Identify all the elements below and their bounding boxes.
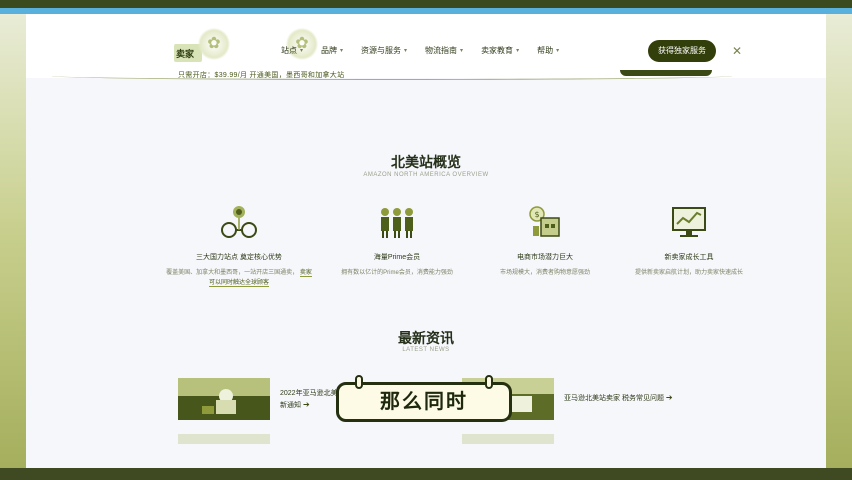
logo-text: 卖家: [176, 49, 195, 59]
feature-desc: 市场规模大，消费者购物意愿强劲: [499, 270, 590, 276]
arrow-right-icon: ➔: [302, 400, 310, 409]
feature-desc: 拥有数以亿计的Prime会员，消费能力强劲: [341, 270, 453, 276]
video-frame-right: [826, 14, 852, 480]
video-frame-left: [0, 14, 26, 480]
news-title: 最新资讯: [398, 330, 454, 346]
globe-network-icon: [221, 206, 257, 238]
site-header: 卖家 ✿ ✿ 站点 ▾ 品牌 ▾ 资源与服务 ▾ 物流指南 ▾ 卖家教育 ▾ 帮助 ▾ 获得…: [26, 14, 826, 78]
subtitle-text: 那么同时: [380, 391, 468, 413]
news-thumbnail[interactable]: [178, 378, 270, 420]
news-item-title[interactable]: 亚马逊北美站卖家 税务常见问题 ➔: [564, 392, 744, 404]
main-nav: 站点 ▾ 品牌 ▾ 资源与服务 ▾ 物流指南 ▾ 卖家教育 ▾ 帮助 ▾: [281, 45, 559, 56]
chevron-down-icon: ▾: [460, 48, 464, 54]
shop-money-icon: $: [529, 206, 560, 237]
nav-item-logistics[interactable]: 物流指南 ▾: [425, 45, 463, 56]
flower-icon: ✿: [198, 28, 230, 60]
feature-title: 三大国力站点 奠定核心优势: [196, 254, 282, 261]
video-subtitle: 那么同时: [336, 375, 512, 422]
news-thumbnail-row2: [462, 434, 554, 444]
overview-title: 北美站概览: [391, 154, 461, 170]
news-thumbnail-row2: [178, 434, 270, 444]
feature-title: 电商市场潜力巨大: [517, 254, 573, 261]
header-subline: 只需开店：$39.99/月 开通美国，墨西哥和加拿大站: [178, 72, 345, 79]
nav-item-education[interactable]: 卖家教育 ▾: [481, 45, 519, 56]
close-icon[interactable]: ✕: [732, 44, 742, 58]
overview-subtitle: AMAZON NORTH AMERICA OVERVIEW: [363, 172, 489, 178]
chevron-down-icon: ▾: [556, 48, 560, 54]
nav-item-help[interactable]: 帮助 ▾: [537, 45, 559, 56]
feature-desc: 提供新卖家启航计划，助力卖家快速成长: [634, 270, 743, 276]
nav-item-sites[interactable]: 站点 ▾: [281, 45, 303, 56]
nav-item-brand[interactable]: 品牌 ▾: [321, 45, 343, 56]
feature-title: 海量Prime会员: [373, 254, 421, 261]
nav-item-resources[interactable]: 资源与服务 ▾: [361, 45, 407, 56]
chevron-down-icon: ▾: [340, 48, 344, 54]
chevron-down-icon: ▾: [516, 48, 520, 54]
arrow-right-icon: ➔: [665, 393, 673, 402]
chevron-down-icon: ▾: [300, 48, 304, 54]
feature-title: 新卖家成长工具: [664, 254, 714, 261]
news-subtitle: LATEST NEWS: [402, 347, 450, 353]
people-group-icon: [381, 208, 413, 238]
monitor-chart-icon: [672, 207, 706, 237]
svg-text:$: $: [534, 210, 539, 219]
header-accent-bar: [620, 70, 712, 76]
video-frame-bottom: [0, 468, 852, 480]
get-service-button[interactable]: 获得独家服务: [648, 40, 716, 62]
chevron-down-icon: ▾: [404, 48, 408, 54]
video-frame-top: [0, 0, 852, 8]
feature-desc: 覆盖美国、加拿大和墨西哥，一站开店三国通卖， 卖家可以同时触达全球顾客: [166, 270, 312, 287]
